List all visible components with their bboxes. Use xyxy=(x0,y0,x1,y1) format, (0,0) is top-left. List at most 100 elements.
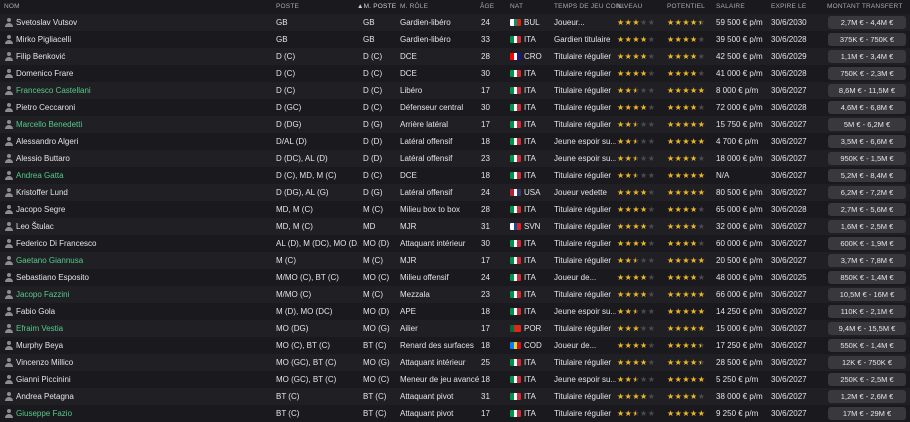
table-row[interactable]: Pietro Ceccaroni D (GC) D (C) Défenseur cen… xyxy=(0,99,910,116)
player-nat: ITA xyxy=(524,375,536,384)
potentiel-stars: ★★★★★★★★★★ xyxy=(667,35,706,44)
player-name[interactable]: Gianni Piccinini xyxy=(16,371,271,388)
player-name[interactable]: Mirko Pigliacelli xyxy=(16,31,271,48)
col-header-nom[interactable]: NOM xyxy=(4,3,20,10)
player-contract-expiry: 30/6/2027 xyxy=(771,120,807,129)
niveau-stars: ★★★★★★★★★★ xyxy=(617,290,656,299)
player-age: 18 xyxy=(481,137,490,146)
table-row[interactable]: Efraim Vestia MO (DG) MO (G) Ailier 17 POR Tit… xyxy=(0,320,910,337)
table-row[interactable]: Kristoffer Lund D (DG), AL (G) D (G) Latéra… xyxy=(0,184,910,201)
col-header-temps[interactable]: TEMPS DE JEU CON... xyxy=(554,3,627,10)
player-name[interactable]: Efraim Vestia xyxy=(16,320,271,337)
col-header-expire[interactable]: EXPIRE LE xyxy=(771,3,806,10)
col-header-niveau[interactable]: NIVEAU xyxy=(617,3,642,10)
table-row[interactable]: Andrea Petagna BT (C) BT (C) Attaquant pivo… xyxy=(0,388,910,405)
transfer-value-badge: 6,2M € - 7,2M € xyxy=(828,186,906,199)
col-header-nat[interactable]: NAT xyxy=(510,3,523,10)
player-poste: MO (GC), BT (C) xyxy=(276,358,337,367)
table-row[interactable]: Svetoslav Vutsov GB GB Gardien-libéro 24 BUL J… xyxy=(0,14,910,31)
player-mposte: BT (C) xyxy=(363,341,387,350)
flag-icon xyxy=(510,291,521,298)
player-name[interactable]: Gaetano Giannusa xyxy=(16,252,271,269)
table-row[interactable]: Alessandro Algeri D/AL (D) D (D) Latéral of… xyxy=(0,133,910,150)
col-header-mrole[interactable]: M. RÔLE xyxy=(400,3,428,10)
table-row[interactable]: Vincenzo Millico MO (GC), BT (C) MO (G) Att… xyxy=(0,354,910,371)
table-row[interactable]: Marcello Benedetti D (DG) D (G) Arrière lat… xyxy=(0,116,910,133)
player-name[interactable]: Leo Štulac xyxy=(16,218,271,235)
player-name[interactable]: Pietro Ceccaroni xyxy=(16,99,271,116)
player-name[interactable]: Filip Benković xyxy=(16,48,271,65)
col-header-poste[interactable]: POSTE xyxy=(276,3,299,10)
player-contract-expiry: 30/6/2027 xyxy=(771,171,807,180)
table-row[interactable]: Mirko Pigliacelli GB GB Gardien-libéro 33 ITA… xyxy=(0,31,910,48)
player-name[interactable]: Domenico Frare xyxy=(16,65,271,82)
table-row[interactable]: Giuseppe Fazio BT (C) BT (C) Attaquant pivo… xyxy=(0,405,910,422)
table-row[interactable]: Alessio Buttaro D (DC), AL (D) D (D) Latéra… xyxy=(0,150,910,167)
player-name[interactable]: Alessandro Algeri xyxy=(16,133,271,150)
flag-icon xyxy=(510,274,521,281)
player-name[interactable]: Jacopo Fazzini xyxy=(16,286,271,303)
table-row[interactable]: Jacopo Segre MD, M (C) M (C) Milieu box to … xyxy=(0,201,910,218)
player-role: Latéral offensif xyxy=(400,137,453,146)
player-salary: 9 250 € p/m xyxy=(716,409,759,418)
table-row[interactable]: Fabio Gola M (D), MO (DC) MO (D) APE 18 ITA Je… xyxy=(0,303,910,320)
player-name[interactable]: Svetoslav Vutsov xyxy=(16,14,271,31)
transfer-value-badge: 550K € - 1,4M € xyxy=(828,339,906,352)
col-header-potentiel[interactable]: POTENTIEL xyxy=(667,3,705,10)
player-name[interactable]: Giuseppe Fazio xyxy=(16,405,271,422)
transfer-value-badge: 375K € - 750K € xyxy=(828,33,906,46)
table-row[interactable]: Gianni Piccinini MO (GC), BT (C) MO (C) Men… xyxy=(0,371,910,388)
player-name[interactable]: Francesco Castellani xyxy=(16,82,271,99)
player-playing-time: Titulaire régulier xyxy=(554,239,612,248)
table-row[interactable]: Jacopo Fazzini M/MO (C) M (C) Mezzala 23 ITA T… xyxy=(0,286,910,303)
col-header-mposte[interactable]: ▲M. POSTE xyxy=(357,3,396,10)
table-row[interactable]: Gaetano Giannusa M (C) M (C) MJR 17 ITA Titula… xyxy=(0,252,910,269)
table-row[interactable]: Filip Benković D (C) D (C) DCE 28 CRO Titulair… xyxy=(0,48,910,65)
player-salary: 8 000 € p/m xyxy=(716,86,759,95)
player-poste: MO (DG) xyxy=(276,324,309,333)
niveau-stars: ★★★★★★★★★★ xyxy=(617,137,656,146)
niveau-stars: ★★★★★★★★★★ xyxy=(617,35,656,44)
player-name[interactable]: Fabio Gola xyxy=(16,303,271,320)
table-row[interactable]: Francesco Castellani D (C) D (C) Libéro 17 IT… xyxy=(0,82,910,99)
table-row[interactable]: Domenico Frare D (C) D (C) DCE 30 ITA Titulair… xyxy=(0,65,910,82)
col-header-salaire[interactable]: SALAIRE xyxy=(716,3,745,10)
player-age: 24 xyxy=(481,188,490,197)
player-name[interactable]: Kristoffer Lund xyxy=(16,184,271,201)
player-role: MJR xyxy=(400,222,417,231)
potentiel-stars: ★★★★★★★★★★ xyxy=(667,188,706,197)
player-name[interactable]: Jacopo Segre xyxy=(16,201,271,218)
player-name[interactable]: Federico Di Francesco xyxy=(16,235,271,252)
table-row[interactable]: Sebastiano Esposito M/MO (C), BT (C) MO (C… xyxy=(0,269,910,286)
player-name[interactable]: Andrea Petagna xyxy=(16,388,271,405)
table-row[interactable]: Leo Štulac MD, M (C) MD MJR 31 SVN Titulaire r… xyxy=(0,218,910,235)
player-mposte: MO (G) xyxy=(363,324,390,333)
player-name[interactable]: Alessio Buttaro xyxy=(16,150,271,167)
player-age: 23 xyxy=(481,154,490,163)
player-mposte: D (D) xyxy=(363,154,383,163)
transfer-value-badge: 2,7M € - 4,4M € xyxy=(828,16,906,29)
player-name[interactable]: Andrea Gatta xyxy=(16,167,271,184)
potentiel-stars: ★★★★★★★★★★ xyxy=(667,154,706,163)
flag-icon xyxy=(510,223,521,230)
flag-icon xyxy=(510,189,521,196)
table-row[interactable]: Andrea Gatta D (C), MD, M (C) D (C) DCE 18 IT… xyxy=(0,167,910,184)
player-name[interactable]: Marcello Benedetti xyxy=(16,116,271,133)
player-icon xyxy=(5,273,13,282)
niveau-stars: ★★★★★★★★★★ xyxy=(617,69,656,78)
player-name[interactable]: Vincenzo Millico xyxy=(16,354,271,371)
niveau-stars: ★★★★★★★★★★ xyxy=(617,222,656,231)
col-header-montant[interactable]: MONTANT TRANSFERT xyxy=(827,3,903,10)
player-age: 24 xyxy=(481,18,490,27)
player-contract-expiry: 30/6/2027 xyxy=(771,307,807,316)
table-row[interactable]: Murphy Beya MO (C), BT (C) BT (C) Renard de… xyxy=(0,337,910,354)
player-name[interactable]: Murphy Beya xyxy=(16,337,271,354)
player-playing-time: Titulaire régulier xyxy=(554,69,612,78)
col-header-age[interactable]: ÂGE xyxy=(480,3,494,10)
player-nat: ITA xyxy=(524,137,536,146)
player-playing-time: Titulaire régulier xyxy=(554,171,612,180)
sort-asc-icon: ▲ xyxy=(357,3,364,10)
player-name[interactable]: Sebastiano Esposito xyxy=(16,269,271,286)
player-role: Attaquant intérieur xyxy=(400,239,466,248)
table-row[interactable]: Federico Di Francesco AL (D), M (DC), MO … xyxy=(0,235,910,252)
